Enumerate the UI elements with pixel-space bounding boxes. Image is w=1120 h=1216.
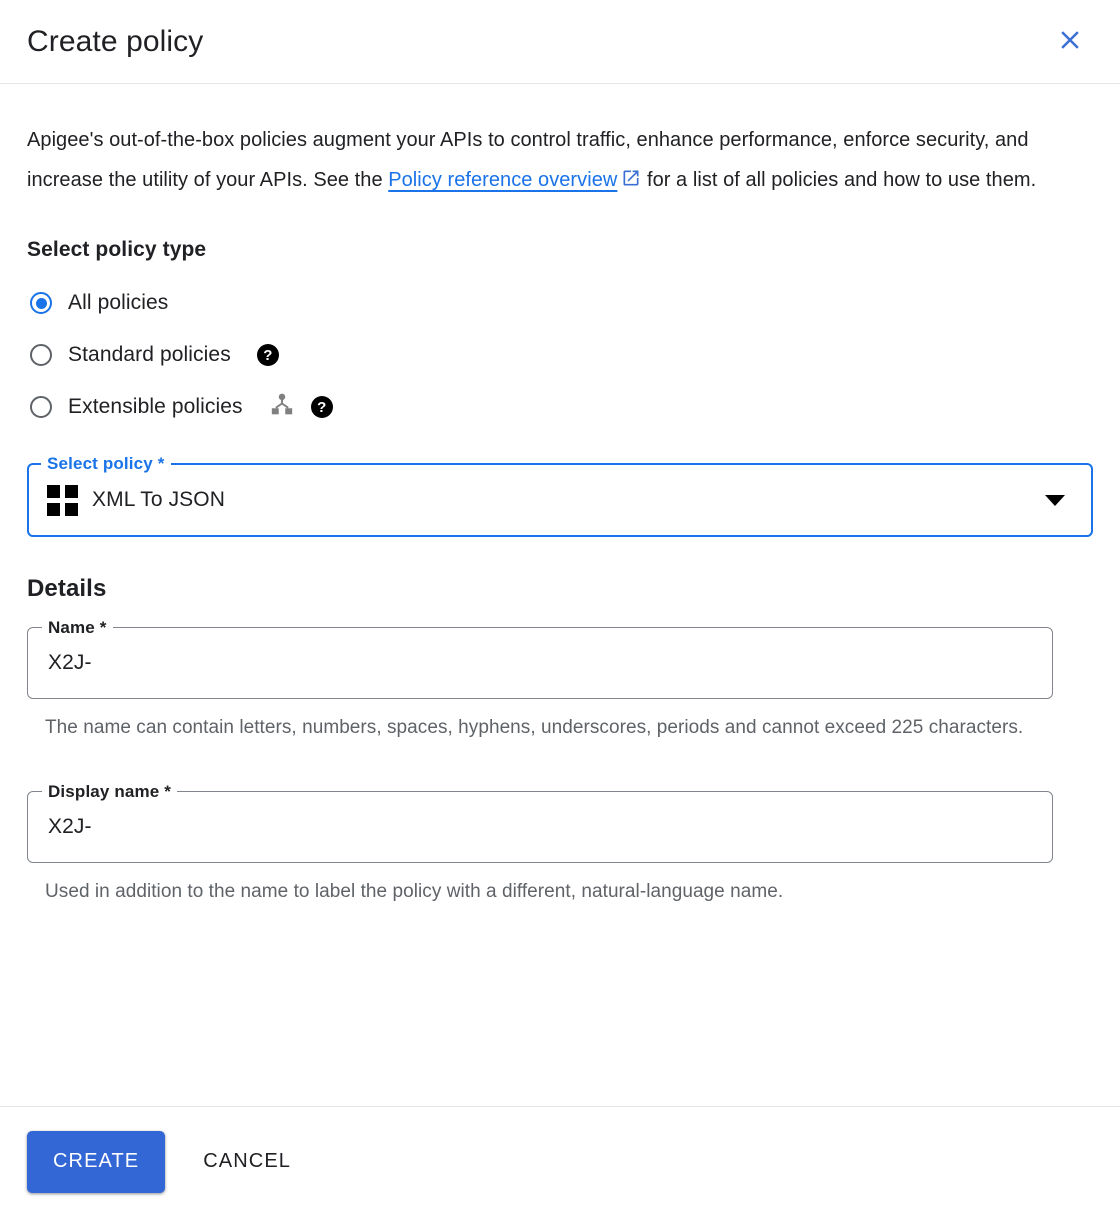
intro-paragraph: Apigee's out-of-the-box policies augment… <box>27 84 1087 202</box>
display-name-input[interactable]: X2J- <box>48 815 92 839</box>
grid-view-icon <box>47 484 78 516</box>
page-title: Create policy <box>27 24 204 58</box>
policy-type-radio-group: All policies Standard policies ? Extensi… <box>27 277 1093 433</box>
display-name-field-helper-text: Used in addition to the name to label th… <box>45 881 784 902</box>
select-policy-type-heading: Select policy type <box>27 238 207 261</box>
radio-option-all-policies[interactable]: All policies <box>27 277 1093 329</box>
name-input[interactable]: X2J- <box>48 651 92 675</box>
details-heading: Details <box>27 575 107 602</box>
dialog-body: Apigee's out-of-the-box policies augment… <box>0 84 1120 1106</box>
chevron-down-icon[interactable] <box>1045 494 1065 506</box>
radio-label-extensible-policies: Extensible policies <box>68 395 243 418</box>
external-link-icon[interactable] <box>621 162 641 202</box>
dialog-header: Create policy <box>0 0 1120 84</box>
cancel-button[interactable]: CANCEL <box>181 1131 313 1193</box>
select-policy-label: Select policy * <box>41 454 171 474</box>
radio-mark-icon <box>30 292 52 314</box>
name-field-helper-text: The name can contain letters, numbers, s… <box>45 717 1024 738</box>
help-icon[interactable]: ? <box>310 396 333 418</box>
display-name-field-label: Display name * <box>42 782 178 802</box>
select-policy-box[interactable]: Select policy * XML To JSON <box>27 454 1093 537</box>
select-policy-value: XML To JSON <box>92 488 225 511</box>
policy-reference-overview-link[interactable]: Policy reference overview <box>388 169 617 191</box>
name-field-box[interactable]: Name * X2J- <box>27 618 1053 699</box>
display-name-field-box[interactable]: Display name * X2J- <box>27 782 1053 863</box>
create-button[interactable]: CREATE <box>27 1130 166 1193</box>
close-button[interactable] <box>1048 20 1092 64</box>
field-spacer <box>27 743 1093 767</box>
create-policy-dialog: Create policy Apigee's out-of-the-box po… <box>0 0 1120 1216</box>
help-icon[interactable]: ? <box>256 344 279 366</box>
select-policy-value-group: XML To JSON <box>47 484 225 516</box>
intro-text-after: for a list of all policies and how to us… <box>641 169 1037 191</box>
radio-option-extensible-policies[interactable]: Extensible policies ? <box>27 381 1093 433</box>
radio-mark-icon <box>30 344 52 366</box>
account-tree-icon <box>269 392 295 423</box>
radio-option-standard-policies[interactable]: Standard policies ? <box>27 329 1093 381</box>
display-name-field[interactable]: Display name * X2J- <box>27 782 1053 863</box>
radio-mark-icon <box>30 396 52 418</box>
dialog-footer: CREATE CANCEL <box>0 1106 1120 1216</box>
name-field-label: Name * <box>42 618 113 638</box>
name-field[interactable]: Name * X2J- <box>27 618 1053 699</box>
radio-label-all-policies: All policies <box>68 291 169 314</box>
close-icon <box>1055 25 1085 58</box>
select-policy-field[interactable]: Select policy * XML To JSON <box>27 454 1093 537</box>
radio-label-standard-policies: Standard policies <box>68 343 231 366</box>
